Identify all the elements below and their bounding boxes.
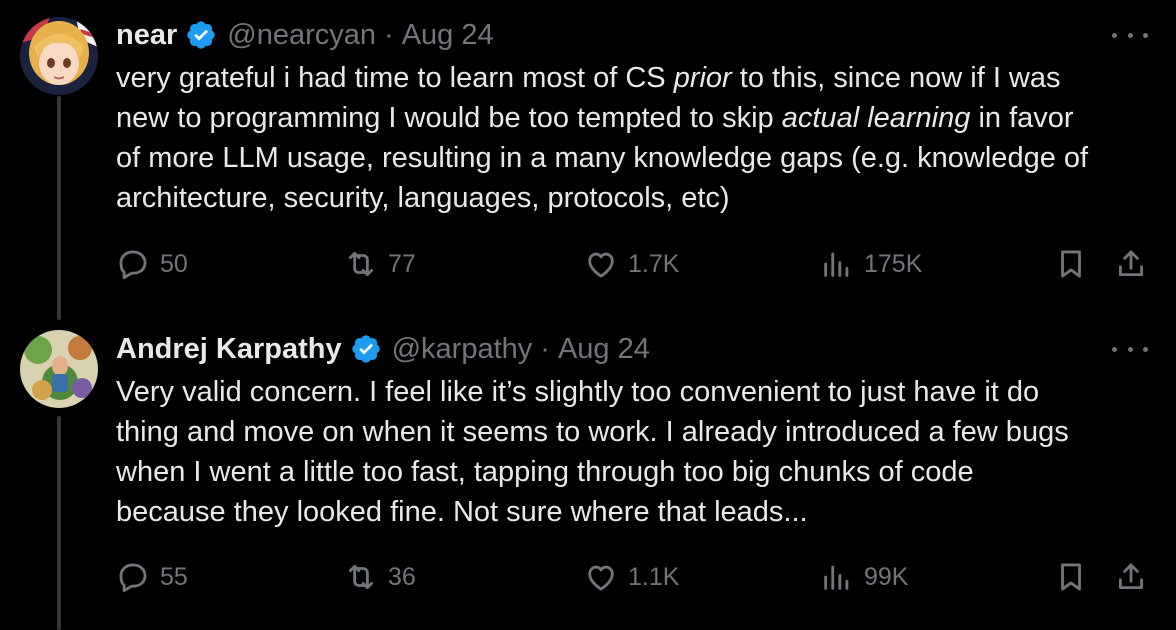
- view-count: 99K: [864, 562, 909, 591]
- timestamp[interactable]: Aug 24: [402, 19, 494, 52]
- share-icon: [1118, 563, 1144, 590]
- like-count: 1.1K: [628, 562, 680, 591]
- separator-dot: ·: [540, 332, 550, 365]
- repost-button[interactable]: 77: [344, 244, 416, 284]
- tweet-text: Very valid concern. I feel like it’s sli…: [116, 372, 1156, 532]
- bookmark-button[interactable]: [1054, 557, 1088, 597]
- views-button[interactable]: 175K: [820, 244, 922, 284]
- like-icon: [588, 565, 614, 591]
- verified-badge-icon[interactable]: [185, 19, 217, 51]
- share-icon: [1118, 250, 1144, 277]
- text-run: new to programming I would be too tempte…: [116, 102, 782, 134]
- views-button[interactable]: 99K: [820, 557, 908, 597]
- bookmark-button[interactable]: [1054, 244, 1088, 284]
- tweet-actions: 50 77 1.7K 175K: [116, 244, 1156, 284]
- display-name[interactable]: Andrej Karpathy: [116, 333, 342, 366]
- tweet-text-line: of more LLM usage, resulting in a many k…: [116, 142, 1089, 174]
- tweet-text: very grateful i had time to learn most o…: [116, 58, 1156, 218]
- more-icon[interactable]: [1112, 23, 1148, 47]
- reply-button[interactable]: 50: [116, 244, 188, 284]
- tweet-actions: 55 36 1.1K 99K: [116, 557, 1156, 597]
- views-icon: [824, 252, 849, 277]
- repost-icon: [348, 564, 374, 590]
- share-button[interactable]: [1114, 244, 1148, 284]
- more-icon[interactable]: [1112, 337, 1148, 361]
- like-count: 1.7K: [628, 249, 680, 278]
- text-run: to this, since now if I was: [731, 62, 1061, 94]
- tweet-text-line: new to programming I would be too tempte…: [116, 98, 1156, 138]
- display-name[interactable]: near: [116, 19, 177, 52]
- repost-button[interactable]: 36: [344, 557, 416, 597]
- thread-connector-line: [57, 96, 61, 320]
- reply-icon: [119, 563, 147, 593]
- like-button[interactable]: 1.7K: [584, 244, 679, 284]
- separator-dot: ·: [384, 18, 394, 51]
- text-run: in favor: [970, 102, 1074, 134]
- reply-button[interactable]: 55: [116, 557, 188, 597]
- avatar-nearcyan[interactable]: [20, 17, 98, 95]
- verified-badge-icon[interactable]: [350, 333, 382, 365]
- tweet-text-line: because they looked fine. Not sure where…: [116, 496, 808, 528]
- reply-count: 50: [160, 249, 188, 278]
- like-button[interactable]: 1.1K: [584, 557, 679, 597]
- avatar-karpathy[interactable]: [20, 330, 98, 408]
- italic-text: actual learning: [781, 102, 971, 134]
- repost-icon: [348, 251, 374, 277]
- views-icon: [824, 565, 849, 590]
- tweet-text-line: architecture, security, languages, proto…: [116, 182, 730, 214]
- reply-count: 55: [160, 562, 188, 591]
- tweet-text-line: thing and move on when it seems to work.…: [116, 416, 1069, 448]
- handle[interactable]: @karpathy: [392, 333, 533, 366]
- view-count: 175K: [864, 249, 923, 278]
- tweet-text-line: Very valid concern. I feel like it’s sli…: [116, 376, 1040, 408]
- handle[interactable]: @nearcyan: [227, 19, 376, 52]
- text-run: very grateful i had time to learn most o…: [116, 62, 674, 94]
- tweet-text-line: when I went a little too fast, tapping t…: [116, 456, 974, 488]
- repost-count: 36: [388, 562, 416, 591]
- reply-icon: [119, 250, 147, 280]
- timestamp[interactable]: Aug 24: [558, 333, 650, 366]
- bookmark-icon: [1061, 250, 1081, 278]
- like-icon: [588, 252, 614, 278]
- bookmark-icon: [1061, 563, 1081, 591]
- repost-count: 77: [388, 249, 416, 278]
- italic-text: prior: [673, 62, 732, 94]
- share-button[interactable]: [1114, 557, 1148, 597]
- tweet-text-line: very grateful i had time to learn most o…: [116, 58, 1156, 98]
- thread-connector-line: [57, 416, 61, 630]
